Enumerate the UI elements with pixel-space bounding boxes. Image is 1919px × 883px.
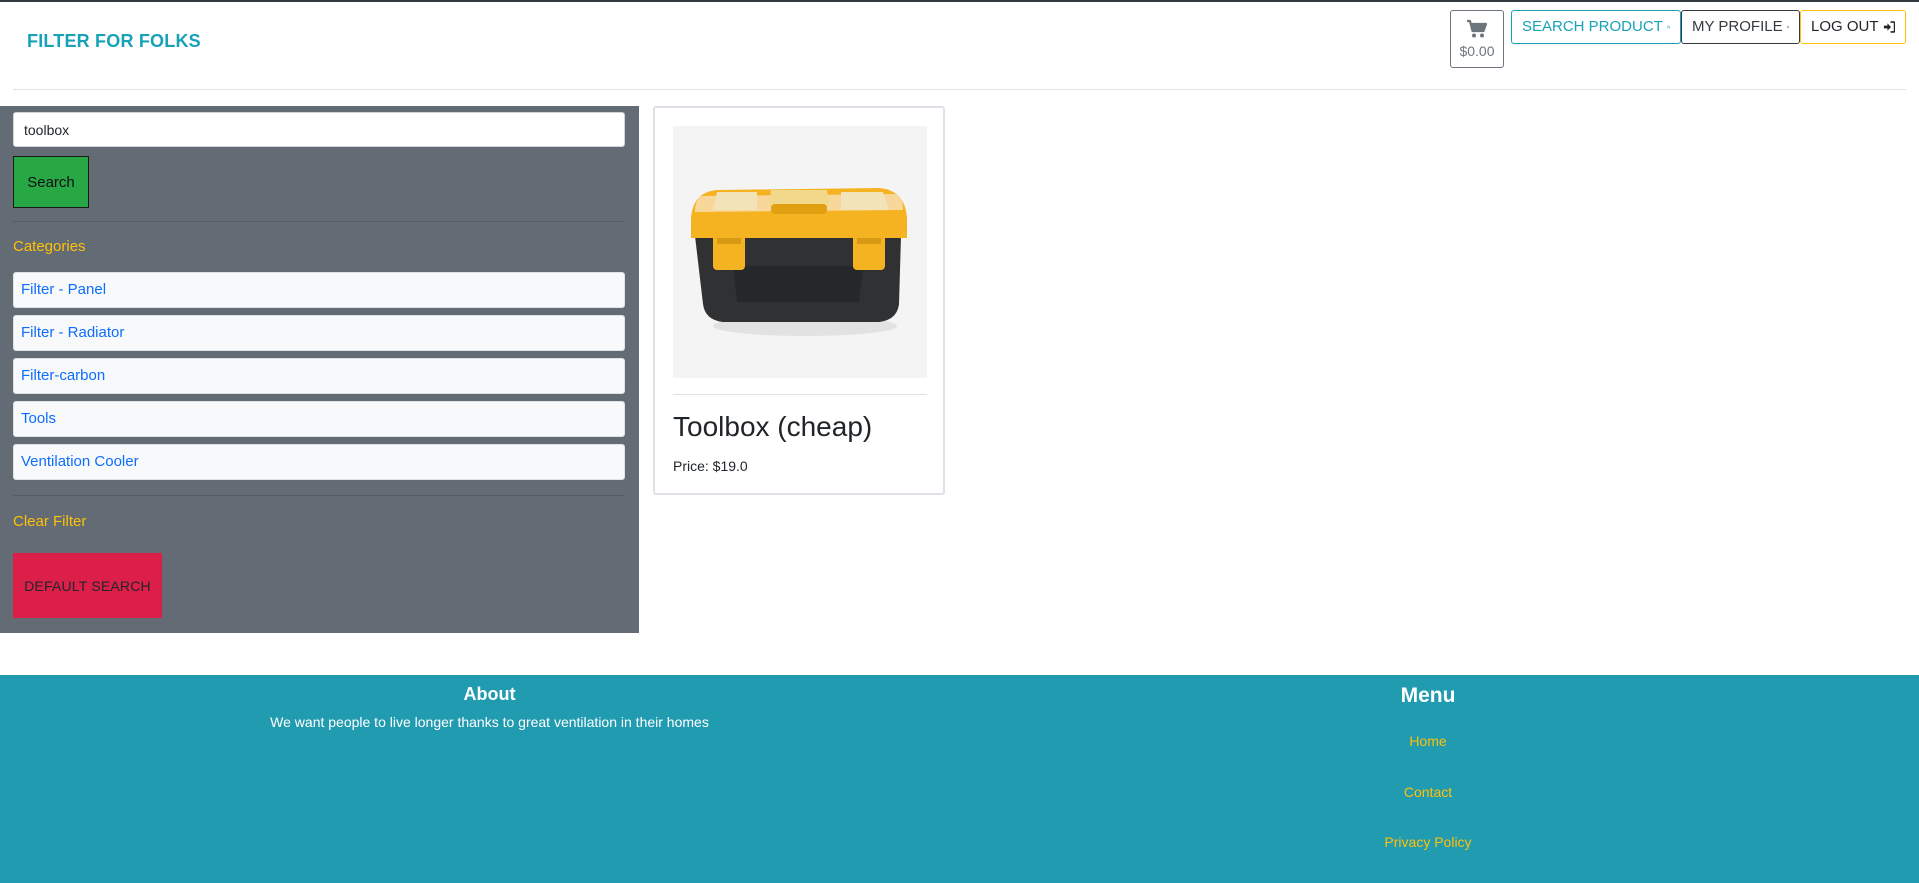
sidebar-divider xyxy=(13,495,625,496)
product-image[interactable] xyxy=(673,126,927,378)
footer: About We want people to live longer than… xyxy=(0,675,1919,883)
cart-button[interactable]: $0.00 xyxy=(1450,10,1504,68)
category-item-filter-carbon[interactable]: Filter-carbon xyxy=(13,358,625,394)
logout-label: LOG OUT xyxy=(1811,18,1879,35)
user-circle-icon xyxy=(1786,25,1789,29)
my-profile-button[interactable]: MY PROFILE xyxy=(1681,10,1800,44)
search-button[interactable]: Search xyxy=(13,156,89,208)
clear-filter-link[interactable]: Clear Filter xyxy=(13,513,86,530)
search-product-label: SEARCH PRODUCT xyxy=(1522,18,1663,35)
footer-link-privacy-policy[interactable]: Privacy Policy xyxy=(1328,834,1528,850)
category-item-filter-radiator[interactable]: Filter - Radiator xyxy=(13,315,625,351)
header-divider xyxy=(13,89,1906,90)
brand-logo[interactable]: FILTER FOR FOLKS xyxy=(27,31,201,52)
categories-heading: Categories xyxy=(13,238,86,255)
product-price: Price: $19.0 xyxy=(673,458,748,474)
card-divider xyxy=(673,394,927,395)
default-search-button[interactable]: DEFAULT SEARCH xyxy=(13,553,162,618)
category-item-filter-panel[interactable]: Filter - Panel xyxy=(13,272,625,308)
cart-total: $0.00 xyxy=(1459,43,1495,59)
sidebar-divider xyxy=(13,221,625,222)
footer-link-contact[interactable]: Contact xyxy=(1328,784,1528,800)
search-icon xyxy=(1666,25,1670,29)
search-input[interactable] xyxy=(13,112,625,147)
cart-icon xyxy=(1467,19,1488,38)
top-border xyxy=(0,0,1919,2)
about-heading: About xyxy=(463,684,516,704)
menu-heading: Menu xyxy=(1400,684,1456,707)
category-item-ventilation-cooler[interactable]: Ventilation Cooler xyxy=(13,444,625,480)
toolbox-image xyxy=(691,188,907,336)
product-card[interactable]: Toolbox (cheap) Price: $19.0 xyxy=(653,106,945,495)
filter-sidebar: Search Categories Filter - Panel Filter … xyxy=(0,106,639,633)
logout-button[interactable]: LOG OUT xyxy=(1800,10,1906,44)
search-product-button[interactable]: SEARCH PRODUCT xyxy=(1511,10,1681,44)
product-title[interactable]: Toolbox (cheap) xyxy=(673,411,872,443)
my-profile-label: MY PROFILE xyxy=(1692,18,1783,35)
sign-in-icon xyxy=(1883,21,1895,33)
category-item-tools[interactable]: Tools xyxy=(13,401,625,437)
category-list: Filter - Panel Filter - Radiator Filter-… xyxy=(13,272,625,487)
about-text: We want people to live longer thanks to … xyxy=(270,714,709,730)
footer-link-home[interactable]: Home xyxy=(1328,733,1528,749)
